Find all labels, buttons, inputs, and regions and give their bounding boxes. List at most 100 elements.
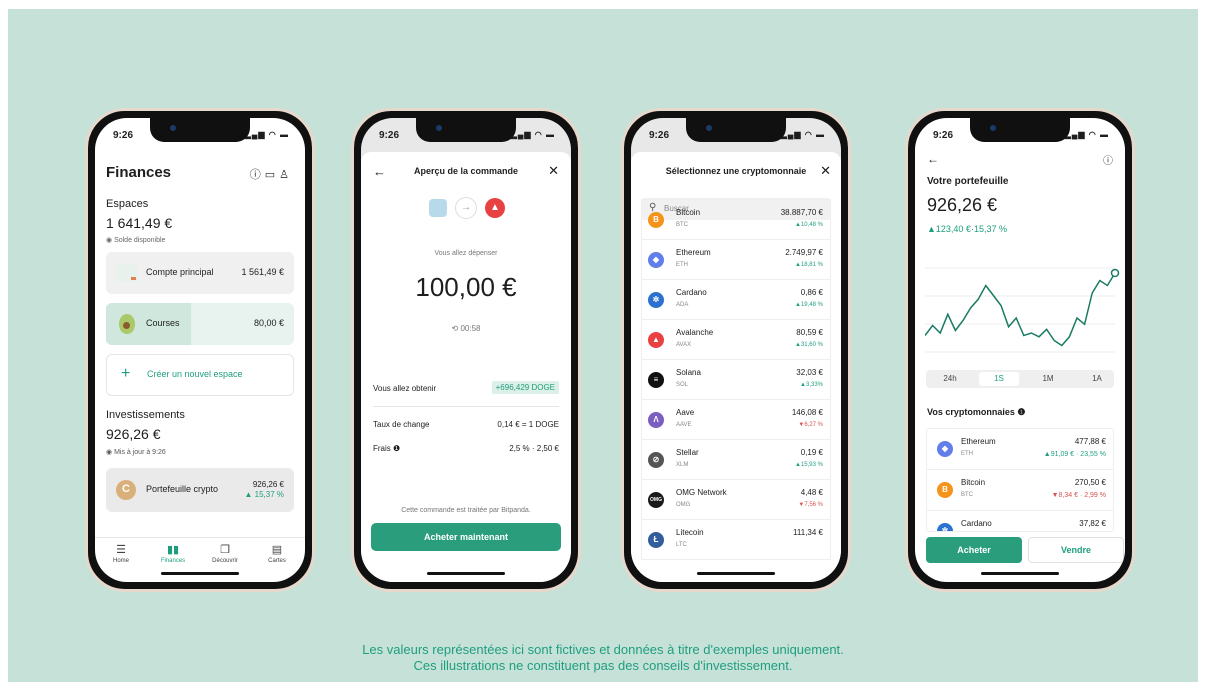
coin-name: Stellar	[676, 448, 699, 457]
crypto-list-item[interactable]: ▲ Avalanche AVAX 80,59 € ▲31,60 %	[641, 319, 831, 360]
crypto-list-item[interactable]: ◆ Ethereum ETH 2.749,97 € ▲18,81 %	[641, 239, 831, 280]
processed-note: Cette commande est traitée par Bitpanda.	[401, 507, 531, 514]
litecoin-icon: Ł	[648, 532, 664, 548]
range-selector: 24h 1S 1M 1A	[926, 370, 1114, 388]
range-tab-1a[interactable]: 1A	[1077, 374, 1117, 383]
sheet-title: Sélectionnez une cryptomonnaie	[665, 166, 807, 176]
close-icon[interactable]: ✕	[548, 163, 559, 179]
info-filled-icon[interactable]: ❶	[1017, 407, 1025, 417]
portfolio-screen: 9:26 ▂▄▆ ◠ ▬ ← ⓘ Votre portefeuille 926,…	[915, 118, 1125, 582]
coin-change: ▼7,56 %	[798, 502, 823, 508]
tab-home[interactable]: ☰ Home	[95, 543, 147, 564]
holding-name: Ethereum	[961, 437, 996, 446]
tab-finances[interactable]: ▮▮ Finances	[147, 543, 199, 564]
chart-line	[925, 272, 1116, 347]
investments-label: Investissements	[106, 409, 185, 421]
profile-icon[interactable]: ♙	[279, 169, 293, 181]
avocado-icon	[119, 314, 135, 334]
coin-price: 0,19 €	[800, 448, 823, 457]
portfolio-change: ▲123,40 €·15,37 %	[927, 224, 1007, 234]
spend-label: Vous allez dépenser	[434, 250, 498, 257]
coin-symbol: AAVE	[676, 422, 692, 428]
rate-row: Taux de change 0,14 € = 1 DOGE	[373, 420, 559, 429]
investments-amount: 926,26 €	[106, 426, 161, 442]
space-card-courses[interactable]: Courses 80,00 €	[106, 303, 294, 345]
chart-icon: ▮▮	[166, 544, 180, 556]
tab-label: Finances	[160, 558, 186, 564]
coin-symbol: ADA	[676, 302, 689, 308]
avalanche-icon: ▲	[485, 198, 505, 218]
info-icon[interactable]: ⓘ	[250, 169, 265, 181]
status-time: 9:26	[933, 130, 954, 141]
coin-price: 38.887,70 €	[780, 208, 823, 217]
cardano-icon: ✲	[648, 292, 664, 308]
crypto-list-item[interactable]: Λ Aave AAVE 146,08 € ▼6,27 %	[641, 399, 831, 440]
range-tab-24h[interactable]: 24h	[930, 374, 970, 383]
crypto-list-item[interactable]: ⊘ Stellar XLM 0,19 € ▲15,93 %	[641, 439, 831, 480]
close-icon[interactable]: ✕	[820, 163, 831, 179]
phone-notch	[416, 118, 516, 142]
canvas: 9:26 ▂▄▆ ◠ ▬ Finances ⓘ▭♙ Espaces 1 641,…	[8, 9, 1198, 682]
holding-symbol: BTC	[961, 492, 973, 498]
holding-item[interactable]: ✲CardanoADA37,82 €	[927, 511, 1113, 531]
coin-name: Cardano	[676, 288, 707, 297]
buy-now-button[interactable]: Acheter maintenant	[371, 523, 561, 551]
space-label: Courses	[146, 318, 180, 328]
select-screen: 9:26 ▂▄▆ ◠ ▬ Sélectionnez une cryptomonn…	[631, 118, 841, 582]
range-tab-1m[interactable]: 1M	[1028, 374, 1068, 383]
space-card-main[interactable]: Compte principal 1 561,49 €	[106, 252, 294, 294]
home-indicator	[161, 572, 239, 575]
avalanche-icon: ▲	[648, 332, 664, 348]
phone-notch	[150, 118, 250, 142]
crypto-list-item[interactable]: Ł Litecoin LTC 111,34 €	[641, 519, 831, 560]
coin-symbol: OMG	[676, 502, 691, 508]
range-tab-1s[interactable]: 1S	[979, 372, 1019, 386]
status-time: 9:26	[379, 130, 400, 141]
holding-item[interactable]: B Bitcoin BTC 270,50 € ▼8,34 € · 2,99 %	[927, 470, 1113, 511]
space-amount: 1 561,49 €	[241, 267, 284, 277]
cardano-icon: ✲	[937, 523, 953, 531]
buy-button[interactable]: Acheter	[926, 537, 1022, 563]
coin-change: ▲3,33%	[800, 382, 823, 388]
coin-name: Ethereum	[676, 248, 711, 257]
disclaimer-line-1: Les valeurs représentées ici sont fictiv…	[362, 642, 844, 657]
updated-label: Mis à jour à 9:26	[114, 449, 166, 456]
coin-symbol: SOL	[676, 382, 689, 388]
status-time: 9:26	[649, 130, 670, 141]
holding-item[interactable]: ◆ Ethereum ETH 477,88 € ▲91,09 € · 23,55 %	[927, 429, 1113, 470]
back-arrow-icon[interactable]: ←	[927, 152, 939, 166]
info-filled-icon[interactable]: ❶	[393, 444, 400, 453]
message-icon[interactable]: ▭	[265, 169, 279, 181]
status-icons: ▂▄▆ ◠ ▬	[244, 130, 289, 139]
crypto-wallet-card[interactable]: Portefeuille crypto 926,26 € ▲ 15,37 %	[106, 468, 294, 512]
conversion-graphic: → ▲	[429, 196, 514, 220]
eye-icon[interactable]: ◉	[106, 237, 112, 244]
home-indicator	[981, 572, 1059, 575]
coin-change: ▲31,60 %	[795, 342, 823, 348]
tab-bar: ☰ Home ▮▮ Finances ❐ Découvrir ▤ Cartes	[95, 537, 305, 573]
tab-cartes[interactable]: ▤ Cartes	[251, 543, 303, 564]
espaces-label: Espaces	[106, 198, 149, 210]
space-amount: 80,00 €	[253, 318, 284, 328]
info-icon[interactable]: ⓘ	[1103, 152, 1113, 167]
plus-icon: +	[121, 365, 131, 382]
create-space-button[interactable]: + Créer un nouvel espace	[106, 354, 294, 396]
crypto-list-item[interactable]: B Bitcoin BTC 38.887,70 € ▲10,48 %	[641, 199, 831, 240]
coin-price: 32,03 €	[796, 368, 823, 377]
crypto-list-item[interactable]: ✲ Cardano ADA 0,86 € ▲19,48 %	[641, 279, 831, 320]
crypto-list-item[interactable]: OMG OMG Network OMG 4,48 € ▼7,56 %	[641, 479, 831, 520]
sell-button[interactable]: Vendre	[1028, 537, 1124, 563]
solde-label: Solde disponible	[114, 237, 166, 244]
bitcoin-icon: B	[937, 482, 953, 498]
holdings-list: ◆ Ethereum ETH 477,88 € ▲91,09 € · 23,55 % B B…	[926, 428, 1114, 532]
stellar-icon: ⊘	[648, 452, 664, 468]
crypto-list-item[interactable]: ≡ Solana SOL 32,03 € ▲3,33%	[641, 359, 831, 400]
rate-label: Taux de change	[373, 420, 430, 429]
portfolio-amount: 926,26 €	[927, 195, 998, 215]
eye-icon[interactable]: ◉	[106, 449, 112, 456]
home-indicator	[427, 572, 505, 575]
phone-notch	[686, 118, 786, 142]
arrow-right-icon: →	[455, 197, 477, 219]
phone-finances: 9:26 ▂▄▆ ◠ ▬ Finances ⓘ▭♙ Espaces 1 641,…	[85, 108, 315, 592]
tab-decouvrir[interactable]: ❐ Découvrir	[199, 543, 251, 564]
